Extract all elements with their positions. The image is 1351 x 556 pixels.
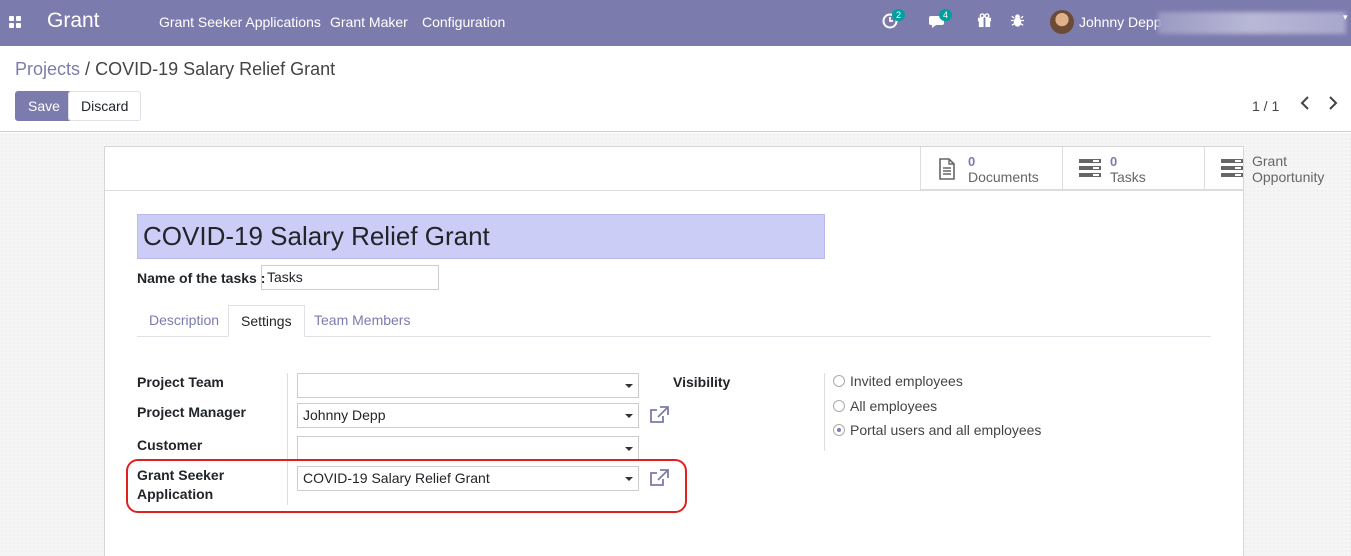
form-tabs: Description Settings Team Members (137, 305, 1211, 337)
breadcrumb-projects-link[interactable]: Projects (15, 59, 80, 79)
smart-button-box: 0 Documents 0 Tasks Grant Opportunity (920, 147, 1324, 190)
documents-label: Documents (968, 169, 1039, 185)
grant-opportunity-tasklist-icon (1221, 158, 1243, 180)
annotation-highlight (126, 459, 687, 513)
tasks-smart-button[interactable]: 0 Tasks (1062, 147, 1204, 190)
project-manager-label: Project Manager (137, 404, 246, 420)
menu-configuration[interactable]: Configuration (422, 14, 505, 30)
visibility-option-invited[interactable]: Invited employees (833, 373, 963, 389)
chevron-down-icon (625, 384, 633, 388)
debug-bug-icon[interactable] (1010, 13, 1028, 31)
visibility-option-portal[interactable]: Portal users and all employees (833, 422, 1041, 438)
chevron-down-icon (625, 447, 633, 451)
visibility-separator (824, 373, 825, 451)
breadcrumb: Projects / COVID-19 Salary Relief Grant (15, 59, 335, 80)
tasks-tasklist-icon (1079, 158, 1101, 180)
redacted-area (1158, 12, 1346, 34)
button-box-divider (105, 190, 1243, 191)
user-name[interactable]: Johnny Depp (1079, 14, 1162, 30)
customer-label: Customer (137, 437, 203, 453)
visibility-option-label: Invited employees (850, 373, 963, 389)
message-count-badge: 4 (939, 9, 953, 21)
tasks-name-input[interactable]: Tasks (261, 265, 439, 290)
external-link-icon[interactable] (649, 406, 669, 426)
breadcrumb-current: COVID-19 Salary Relief Grant (95, 59, 336, 79)
pager-value[interactable]: 1 / 1 (1252, 98, 1279, 114)
tasks-label: Tasks (1110, 169, 1146, 185)
chevron-down-icon (625, 414, 633, 418)
visibility-option-label: All employees (850, 398, 938, 414)
menu-grant-seeker-applications[interactable]: Grant Seeker Applications (159, 14, 321, 30)
visibility-option-all[interactable]: All employees (833, 398, 937, 414)
project-team-select[interactable] (297, 373, 639, 398)
project-manager-select[interactable]: Johnny Depp (297, 403, 639, 428)
visibility-label: Visibility (673, 374, 731, 390)
tasks-count: 0 (1110, 154, 1118, 169)
gift-icon[interactable] (977, 13, 995, 31)
project-manager-value: Johnny Depp (303, 407, 386, 423)
radio-unchecked-icon[interactable] (833, 400, 845, 412)
top-navbar: Grant Grant Seeker Applications Grant Ma… (0, 0, 1351, 46)
pager-previous-icon[interactable] (1299, 95, 1311, 113)
apps-menu-icon[interactable] (9, 16, 22, 29)
breadcrumb-separator: / (85, 59, 91, 79)
tasks-name-label: Name of the tasks : (137, 270, 266, 286)
control-panel: Projects / COVID-19 Salary Relief Grant … (0, 46, 1351, 132)
project-name-input[interactable]: COVID-19 Salary Relief Grant (137, 214, 825, 259)
user-avatar[interactable] (1050, 10, 1074, 34)
documents-count: 0 (968, 154, 976, 169)
documents-smart-button[interactable]: 0 Documents (920, 147, 1062, 190)
pager-next-icon[interactable] (1327, 95, 1339, 113)
grant-opportunity-smart-button[interactable]: Grant Opportunity (1204, 147, 1346, 190)
messages-chat-icon[interactable]: 4 (929, 9, 953, 31)
grant-opportunity-label: Grant Opportunity (1252, 153, 1324, 185)
grant-opportunity-label-line1: Grant (1252, 153, 1288, 169)
activity-clock-icon[interactable]: 2 (882, 9, 906, 31)
user-menu-caret-icon[interactable]: ▾ (1343, 12, 1348, 23)
radio-unchecked-icon[interactable] (833, 375, 845, 387)
menu-grant-maker[interactable]: Grant Maker (330, 14, 408, 30)
radio-checked-icon[interactable] (833, 424, 845, 436)
customer-select[interactable] (297, 436, 639, 461)
grant-opportunity-label-line2: Opportunity (1252, 169, 1325, 185)
project-team-label: Project Team (137, 374, 224, 390)
discard-button[interactable]: Discard (68, 91, 142, 121)
document-icon (937, 158, 959, 180)
tab-description[interactable]: Description (137, 305, 231, 337)
activity-count-badge: 2 (892, 9, 906, 21)
tab-team-members[interactable]: Team Members (302, 305, 422, 337)
tab-settings[interactable]: Settings (228, 305, 305, 337)
form-sheet: 0 Documents 0 Tasks Grant Opportunity CO… (104, 146, 1324, 556)
visibility-option-label: Portal users and all employees (850, 422, 1042, 438)
app-brand[interactable]: Grant (47, 9, 100, 33)
save-button[interactable]: Save (15, 91, 73, 121)
